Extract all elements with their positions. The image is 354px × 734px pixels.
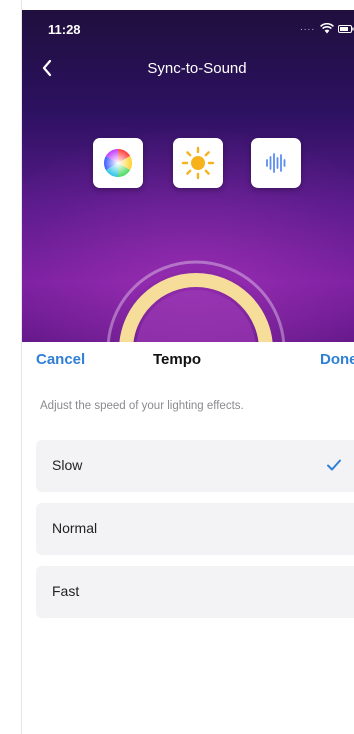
option-slow[interactable]: Slow <box>36 440 354 492</box>
sheet-title: Tempo <box>152 351 202 368</box>
nav-bar: Sync-to-Sound <box>22 50 354 86</box>
sync-screen: 11:28 .... Sync-to-Sound <box>22 10 354 342</box>
tempo-options: Slow Normal Fast <box>36 440 354 629</box>
sound-wave-icon <box>266 153 286 173</box>
status-time: 11:28 <box>48 22 81 37</box>
app-frame: 11:28 .... Sync-to-Sound Cancel Tempo Do… <box>0 0 354 734</box>
done-button[interactable]: Done <box>320 351 354 368</box>
status-bar: 11:28 .... <box>22 10 354 44</box>
wifi-icon <box>320 23 334 34</box>
back-button[interactable] <box>36 56 60 80</box>
battery-icon <box>338 25 354 33</box>
option-fast[interactable]: Fast <box>36 566 354 618</box>
sheet-header: Cancel Tempo Done <box>22 342 354 378</box>
signal-icon: .... <box>300 22 316 33</box>
page-title: Sync-to-Sound <box>147 60 247 77</box>
mode-button-brightness[interactable] <box>173 138 223 188</box>
option-normal[interactable]: Normal <box>36 503 354 555</box>
option-label: Slow <box>52 457 83 473</box>
option-label: Fast <box>52 583 80 599</box>
cancel-button[interactable]: Cancel <box>36 351 85 368</box>
sun-icon <box>181 146 215 180</box>
option-label: Normal <box>52 520 98 536</box>
mode-button-sound[interactable] <box>251 138 301 188</box>
mode-button-color[interactable] <box>93 138 143 188</box>
mode-selector <box>22 138 354 188</box>
sheet-description: Adjust the speed of your lighting effect… <box>40 400 244 412</box>
tempo-sheet: Cancel Tempo Done Adjust the speed of yo… <box>22 342 354 734</box>
sound-ring-graphic <box>106 260 286 342</box>
color-wheel-icon <box>104 149 132 177</box>
checkmark-icon <box>327 459 341 471</box>
